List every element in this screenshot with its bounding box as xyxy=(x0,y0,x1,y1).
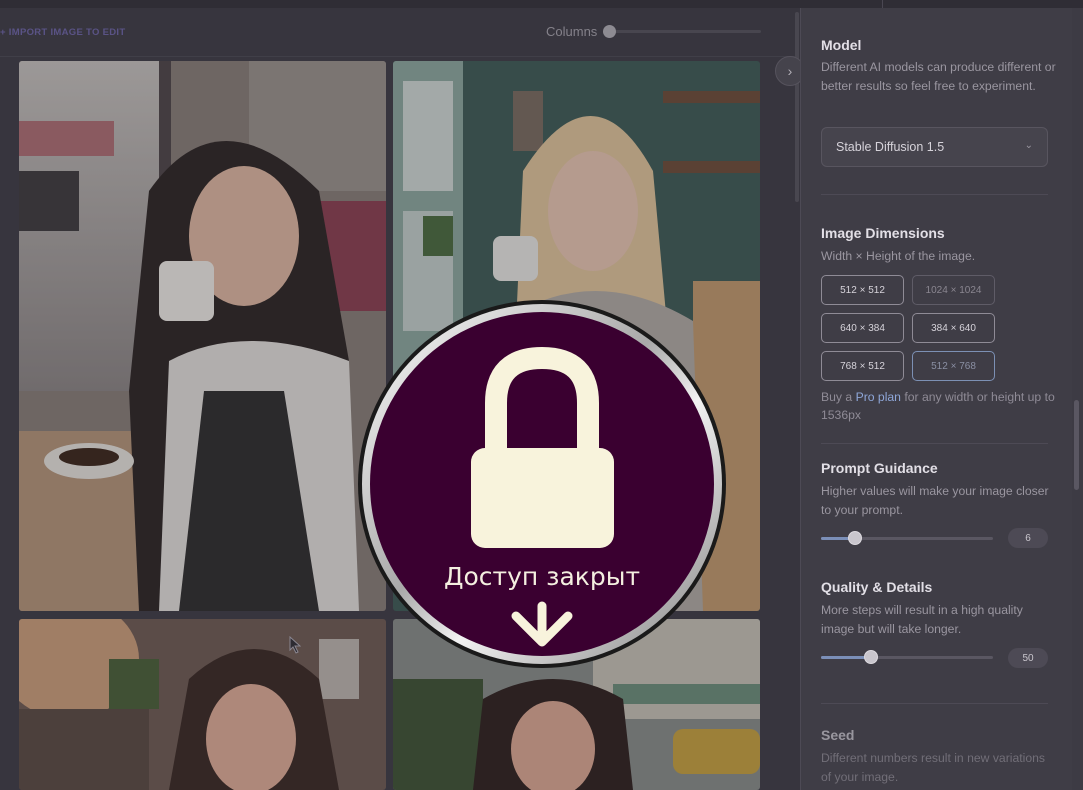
image-3-art xyxy=(19,619,386,790)
model-selected-value: Stable Diffusion 1.5 xyxy=(836,140,945,154)
dimension-640x384[interactable]: 640 × 384 xyxy=(821,313,904,343)
quality-slider[interactable] xyxy=(821,656,993,659)
image-1-art xyxy=(19,61,386,611)
quality-value[interactable]: 50 xyxy=(1008,648,1048,668)
dimension-512x512[interactable]: 512 × 512 xyxy=(821,275,904,305)
tab-separator xyxy=(882,0,883,8)
model-description: Different AI models can produce differen… xyxy=(821,60,1056,93)
quality-slider-thumb[interactable] xyxy=(863,650,878,664)
model-title: Model xyxy=(821,37,862,53)
columns-label: Columns xyxy=(546,24,598,39)
quality-description: More steps will result in a high quality… xyxy=(821,603,1023,636)
seed-description: Different numbers result in new variatio… xyxy=(821,751,1045,784)
dimensions-title: Image Dimensions xyxy=(821,225,945,241)
gallery-scrollbar[interactable] xyxy=(795,12,799,202)
pro-prefix: Buy a xyxy=(821,390,856,404)
settings-scrollbar[interactable] xyxy=(1074,400,1079,490)
columns-slider-thumb[interactable] xyxy=(603,25,616,38)
settings-panel: Model Different AI models can produce di… xyxy=(800,8,1072,790)
divider xyxy=(821,703,1048,704)
dimension-384x640[interactable]: 384 × 640 xyxy=(912,313,995,343)
guidance-title: Prompt Guidance xyxy=(821,460,938,476)
seed-title: Seed xyxy=(821,727,855,743)
guidance-description: Higher values will make your image close… xyxy=(821,484,1049,517)
dimensions-description: Width × Height of the image. xyxy=(821,249,976,263)
import-image-link[interactable]: + IMPORT IMAGE TO EDIT xyxy=(0,27,125,38)
generated-image-1[interactable] xyxy=(19,61,386,611)
top-bar xyxy=(0,0,1083,8)
columns-slider[interactable] xyxy=(603,30,761,33)
generated-image-3[interactable] xyxy=(19,619,386,790)
divider xyxy=(821,194,1048,195)
guidance-slider[interactable] xyxy=(821,537,993,540)
guidance-slider-thumb[interactable] xyxy=(848,531,863,545)
access-locked-badge xyxy=(358,300,726,668)
guidance-value[interactable]: 6 xyxy=(1008,528,1048,548)
chevron-down-icon: ⌄ xyxy=(1024,140,1033,151)
pro-plan-note: Buy a Pro plan for any width or height u… xyxy=(821,388,1056,424)
access-locked-text: Доступ закрыт xyxy=(443,562,641,591)
divider xyxy=(821,443,1048,444)
model-select[interactable]: Stable Diffusion 1.5 ⌄ xyxy=(821,127,1048,167)
dimension-1024x1024[interactable]: 1024 × 1024 xyxy=(912,275,995,305)
toolbar: + IMPORT IMAGE TO EDIT Columns xyxy=(0,8,797,57)
pro-plan-link[interactable]: Pro plan xyxy=(856,390,901,404)
mouse-pointer-icon xyxy=(289,636,301,654)
quality-title: Quality & Details xyxy=(821,579,933,595)
dimension-768x512[interactable]: 768 × 512 xyxy=(821,351,904,381)
dimension-512x768[interactable]: 512 × 768 xyxy=(912,351,995,381)
